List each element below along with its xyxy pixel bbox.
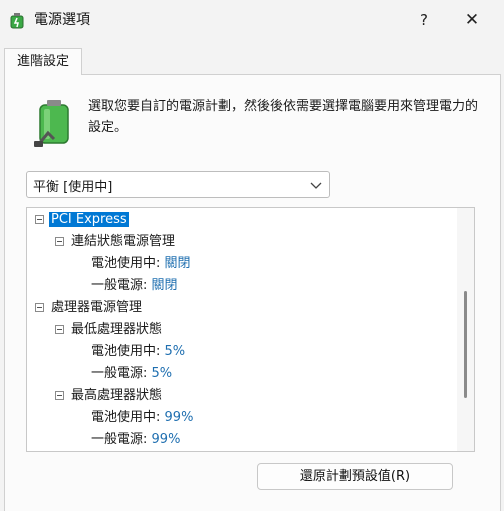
chevron-down-icon bbox=[310, 182, 322, 189]
title-bar: 電源選項 ? ✕ bbox=[0, 0, 504, 40]
collapse-toggle-icon[interactable] bbox=[55, 237, 64, 246]
setting-value[interactable]: 99% bbox=[152, 432, 181, 447]
tree-scrollbar-thumb[interactable] bbox=[464, 291, 467, 398]
setting-value[interactable]: 5% bbox=[152, 366, 173, 381]
power-plan-dropdown[interactable]: 平衡 [使用中] bbox=[26, 171, 330, 198]
power-plan-value: 平衡 [使用中] bbox=[33, 180, 113, 195]
setting-label: 一般電源: bbox=[91, 366, 148, 381]
setting-value[interactable]: 關閉 bbox=[152, 278, 178, 293]
tree-node-label: PCI Express bbox=[49, 212, 129, 227]
setting-value[interactable]: 5% bbox=[165, 344, 186, 359]
setting-label: 電池使用中: bbox=[91, 344, 161, 359]
tree-node-max-processor-state[interactable]: 最高處理器狀態 bbox=[71, 386, 162, 406]
tree-node-min-processor-state[interactable]: 最低處理器狀態 bbox=[71, 320, 162, 340]
battery-power-icon bbox=[34, 100, 69, 147]
setting-value[interactable]: 99% bbox=[165, 410, 194, 425]
setting-label: 一般電源: bbox=[91, 432, 148, 447]
window-title: 電源選項 bbox=[34, 12, 90, 28]
collapse-toggle-icon[interactable] bbox=[35, 303, 44, 312]
description-text: 選取您要自訂的電源計劃，然後後依需要選擇電腦要用來管理電力的設定。 bbox=[88, 99, 479, 135]
help-button[interactable]: ? bbox=[406, 6, 442, 34]
settings-tree[interactable]: PCI Express 連結狀態電源管理 電池使用中: 關閉 一般電源: 關閉 … bbox=[26, 207, 475, 452]
setting-label: 電池使用中: bbox=[91, 256, 161, 271]
tree-setting-plugged-in[interactable]: 一般電源: 99% bbox=[91, 430, 180, 450]
tree-setting-on-battery[interactable]: 電池使用中: 99% bbox=[91, 408, 193, 428]
tree-node-processor-power[interactable]: 處理器電源管理 bbox=[51, 298, 142, 318]
close-button[interactable]: ✕ bbox=[452, 6, 492, 34]
tree-setting-plugged-in[interactable]: 一般電源: 5% bbox=[91, 364, 172, 384]
setting-value[interactable]: 關閉 bbox=[165, 256, 191, 271]
tree-setting-plugged-in[interactable]: 一般電源: 關閉 bbox=[91, 276, 178, 296]
tree-node-pci-express[interactable]: PCI Express bbox=[49, 210, 129, 230]
tree-setting-on-battery[interactable]: 電池使用中: 5% bbox=[91, 342, 185, 362]
tree-node-link-state-power[interactable]: 連結狀態電源管理 bbox=[71, 232, 175, 252]
collapse-toggle-icon[interactable] bbox=[55, 325, 64, 334]
tab-advanced-settings[interactable]: 進階設定 bbox=[4, 48, 82, 75]
collapse-toggle-icon[interactable] bbox=[55, 391, 64, 400]
power-options-icon bbox=[10, 13, 24, 29]
setting-label: 一般電源: bbox=[91, 278, 148, 293]
setting-label: 電池使用中: bbox=[91, 410, 161, 425]
restore-plan-defaults-button[interactable]: 還原計劃預設值(R) bbox=[257, 463, 453, 490]
collapse-toggle-icon[interactable] bbox=[35, 215, 44, 224]
tree-setting-on-battery[interactable]: 電池使用中: 關閉 bbox=[91, 254, 191, 274]
